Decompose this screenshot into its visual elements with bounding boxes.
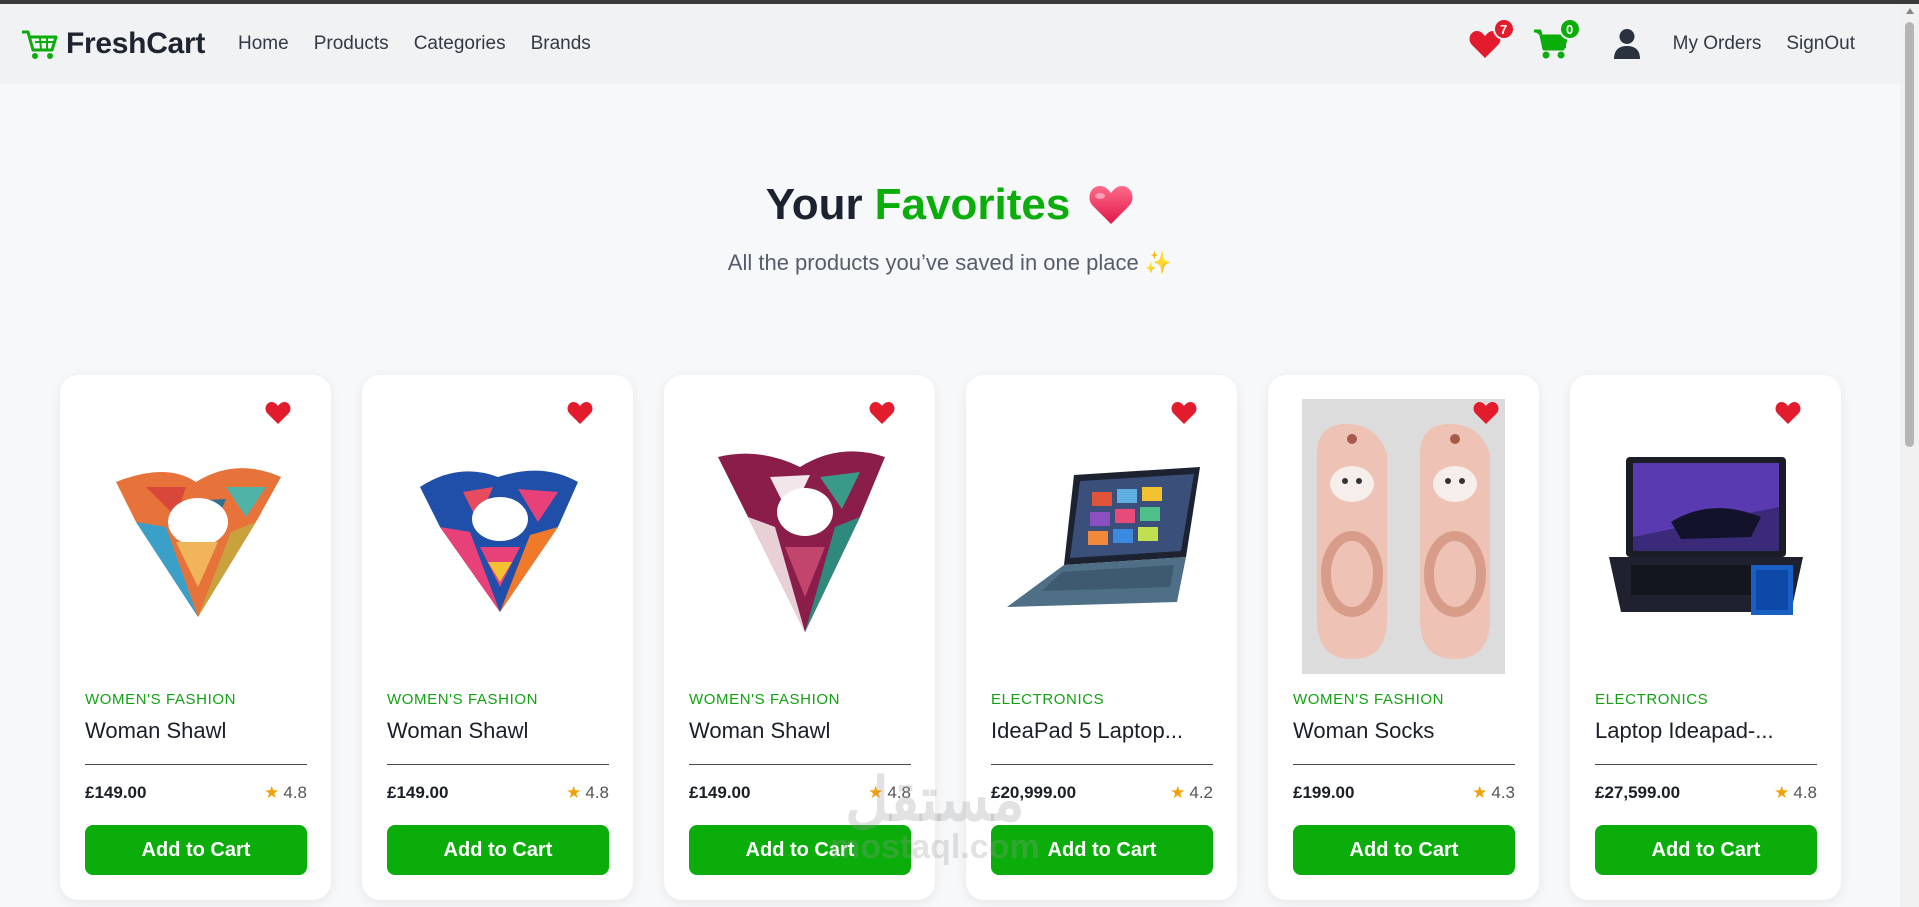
brand-name: FreshCart — [66, 27, 206, 60]
watermark-arabic: مستقل — [845, 766, 1025, 833]
rating-value: 4.3 — [1491, 783, 1515, 802]
nav-links: Home Products Categories Brands — [238, 33, 616, 55]
product-name[interactable]: IdeaPad 5 Laptop... — [991, 718, 1183, 744]
product-image[interactable] — [386, 399, 609, 674]
product-card[interactable]: WOMEN'S FASHION Woman Socks £199.00 ★ 4.3… — [1268, 375, 1539, 900]
star-icon: ★ — [1774, 783, 1790, 802]
nav-link-categories[interactable]: Categories — [414, 33, 506, 55]
star-icon: ★ — [566, 783, 582, 802]
rating-value: 4.8 — [585, 783, 609, 802]
nav-actions: 7 0 My Orders SignOut — [1467, 4, 1855, 84]
rating-value: 4.8 — [283, 783, 307, 802]
laptop-blue-icon — [1006, 466, 1200, 607]
scroll-up-arrow-icon[interactable] — [1906, 8, 1914, 14]
product-category: WOMEN'S FASHION — [85, 691, 237, 708]
brand-logo[interactable]: FreshCart — [20, 27, 205, 61]
socks-pink-icon — [1302, 399, 1505, 674]
cart-logo-icon — [22, 30, 58, 59]
signout-link[interactable]: SignOut — [1786, 33, 1855, 55]
remove-favorite-heart-icon[interactable] — [567, 401, 593, 425]
nav-link-products[interactable]: Products — [314, 33, 389, 55]
product-rating: ★ 4.3 — [1472, 783, 1515, 803]
my-orders-link[interactable]: My Orders — [1673, 33, 1762, 55]
rating-value: 4.8 — [1793, 783, 1817, 802]
product-card[interactable]: ELECTRONICS Laptop Ideapad-... £27,599.0… — [1570, 375, 1841, 900]
product-card[interactable]: WOMEN'S FASHION Woman Shawl £149.00 ★ 4.8… — [60, 375, 331, 900]
product-rating: ★ 4.8 — [264, 783, 307, 803]
wishlist-button[interactable]: 7 — [1467, 18, 1515, 62]
product-card[interactable]: WOMEN'S FASHION Woman Shawl £149.00 ★ 4.8… — [362, 375, 633, 900]
scarf-burgundy-icon — [717, 450, 885, 632]
add-to-cart-button[interactable]: Add to Cart — [1293, 825, 1515, 875]
star-icon: ★ — [264, 783, 280, 802]
product-image[interactable] — [1594, 399, 1817, 674]
product-category: WOMEN'S FASHION — [1293, 691, 1445, 708]
scarf-orange-icon — [115, 467, 281, 617]
product-rating: ★ 4.8 — [1774, 783, 1817, 803]
card-divider — [689, 764, 911, 765]
card-divider — [991, 764, 1213, 765]
favorites-hero: Your Favorites All the products you’ve s… — [0, 180, 1900, 276]
cart-button[interactable]: 0 — [1533, 18, 1581, 62]
product-name[interactable]: Laptop Ideapad-... — [1595, 718, 1774, 744]
page-subtitle: All the products you’ve saved in one pla… — [727, 250, 1173, 275]
nav-link-home[interactable]: Home — [238, 33, 289, 55]
product-name[interactable]: Woman Shawl — [387, 718, 528, 744]
product-image[interactable] — [1292, 399, 1515, 674]
cart-count-badge: 0 — [1558, 18, 1581, 40]
user-icon — [1613, 29, 1640, 59]
remove-favorite-heart-icon[interactable] — [1775, 401, 1801, 425]
remove-favorite-heart-icon[interactable] — [265, 401, 291, 425]
add-to-cart-button[interactable]: Add to Cart — [1595, 825, 1817, 875]
product-price: £27,599.00 — [1595, 783, 1681, 802]
product-name[interactable]: Woman Socks — [1293, 718, 1434, 744]
product-rating: ★ 4.2 — [1170, 783, 1213, 803]
add-to-cart-button[interactable]: Add to Cart — [85, 825, 307, 875]
product-category: ELECTRONICS — [1595, 691, 1709, 708]
product-price: £199.00 — [1293, 783, 1355, 802]
account-button[interactable] — [1609, 26, 1645, 62]
page-title: Your Favorites — [766, 180, 1135, 230]
product-price: £149.00 — [387, 783, 449, 802]
laptop-gaming-icon — [1608, 456, 1803, 615]
remove-favorite-heart-icon[interactable] — [1473, 401, 1499, 425]
card-divider — [1293, 764, 1515, 765]
product-name[interactable]: Woman Shawl — [85, 718, 226, 744]
title-favorites: Favorites — [874, 180, 1071, 229]
wishlist-count-badge: 7 — [1492, 18, 1515, 40]
card-divider — [85, 764, 307, 765]
product-category: WOMEN'S FASHION — [689, 691, 841, 708]
card-divider — [387, 764, 609, 765]
product-rating: ★ 4.8 — [566, 783, 609, 803]
product-price: £149.00 — [689, 783, 751, 802]
navbar: FreshCart Home Products Categories Brand… — [0, 4, 1900, 84]
product-category: WOMEN'S FASHION — [387, 691, 539, 708]
page-scrollbar[interactable] — [1900, 4, 1919, 907]
product-image[interactable] — [84, 399, 307, 674]
heart-emoji-icon — [1089, 186, 1133, 224]
star-icon: ★ — [1472, 783, 1488, 802]
watermark: مستقل mostaql.com — [830, 766, 1040, 866]
remove-favorite-heart-icon[interactable] — [869, 401, 895, 425]
add-to-cart-button[interactable]: Add to Cart — [387, 825, 609, 875]
product-price: £149.00 — [85, 783, 147, 802]
title-your: Your — [765, 180, 863, 229]
scarf-blue-pink-icon — [419, 470, 578, 612]
product-image[interactable] — [688, 399, 911, 674]
product-image[interactable] — [990, 399, 1213, 674]
card-divider — [1595, 764, 1817, 765]
rating-value: 4.2 — [1189, 783, 1213, 802]
product-name[interactable]: Woman Shawl — [689, 718, 830, 744]
scrollbar-thumb[interactable] — [1905, 22, 1914, 447]
remove-favorite-heart-icon[interactable] — [1171, 401, 1197, 425]
nav-link-brands[interactable]: Brands — [531, 33, 591, 55]
product-category: ELECTRONICS — [991, 691, 1105, 708]
watermark-latin: mostaql.com — [830, 828, 1040, 866]
star-icon: ★ — [1170, 783, 1186, 802]
